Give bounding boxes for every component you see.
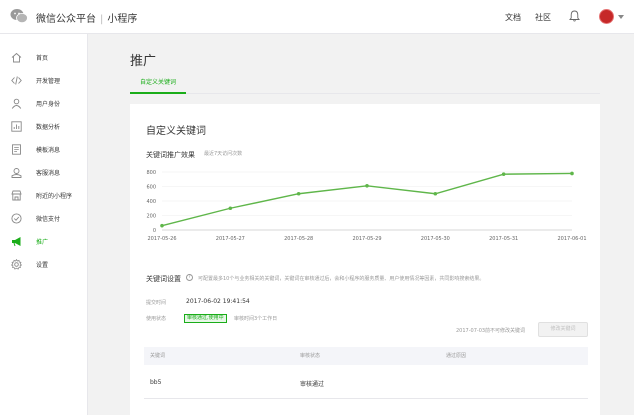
x-tick-label: 2017-05-26 xyxy=(147,236,176,242)
help-icon[interactable]: ? xyxy=(186,274,193,281)
megaphone-icon xyxy=(12,236,21,246)
avatar[interactable] xyxy=(599,9,614,24)
tab-bar: 自定义关键词 xyxy=(130,72,600,94)
customer-service-icon xyxy=(11,167,22,178)
sidebar-item-label: 附近的小程序 xyxy=(36,192,73,200)
user-icon xyxy=(11,98,22,109)
home-icon xyxy=(11,52,22,62)
keyword-table: 关键词 审核状态 通过原因 bb5 审核通过 xyxy=(144,347,588,399)
x-tick-label: 2017-06-01 xyxy=(557,236,586,242)
sidebar-item-label: 客服消息 xyxy=(36,169,61,177)
y-tick-label: 400 xyxy=(146,199,156,205)
y-tick-label: 800 xyxy=(146,170,156,176)
community-link[interactable]: 社区 xyxy=(535,12,551,23)
sidebar-item-customer-service[interactable]: 客服消息 xyxy=(0,161,88,183)
sidebar-item-label: 推广 xyxy=(36,238,49,246)
status-note: 审核时间3个工作日 xyxy=(234,316,278,322)
chevron-down-icon[interactable] xyxy=(618,15,624,19)
sidebar: 首页 开发管理 用户身份 数据分析 模板消息 客服消息 附近的小程序 微信支付 … xyxy=(0,34,88,415)
x-tick-label: 2017-05-31 xyxy=(489,236,518,242)
store-icon xyxy=(11,190,22,200)
y-tick-label: 200 xyxy=(146,214,156,220)
sidebar-item-label: 首页 xyxy=(36,54,49,62)
status-badge: 审核通过,使用中 xyxy=(184,314,227,323)
x-tick-label: 2017-05-27 xyxy=(216,236,245,242)
column-header-keyword: 关键词 xyxy=(150,353,166,359)
gear-icon xyxy=(11,258,22,270)
product-name: 小程序 xyxy=(107,14,138,25)
top-bar: 微信公众平台 | 小程序 文档 社区 xyxy=(0,0,634,34)
sidebar-item-settings[interactable]: 设置 xyxy=(0,253,88,275)
data-point xyxy=(433,191,438,196)
keyword-card: 自定义关键词 关键词推广效果 最近7天访问次数 0 200 400 600 800 201… xyxy=(130,104,600,415)
tab-custom-keywords[interactable]: 自定义关键词 xyxy=(130,72,186,94)
x-tick-label: 2017-05-29 xyxy=(352,236,381,242)
keyword-settings-description: 可配置最多10个与业务相关的关键词，关键词在审核通过后，会和小程序的服务质量、用… xyxy=(198,276,485,282)
page-title: 推广 xyxy=(130,54,157,69)
column-header-status: 审核状态 xyxy=(300,353,321,359)
sidebar-item-templates[interactable]: 模板消息 xyxy=(0,138,88,160)
data-point xyxy=(296,191,301,196)
sidebar-item-label: 设置 xyxy=(36,261,49,269)
sidebar-item-home[interactable]: 首页 xyxy=(0,46,88,68)
docs-link[interactable]: 文档 xyxy=(505,12,521,23)
column-header-reason: 通过原因 xyxy=(446,353,467,359)
cell-status: 审核通过 xyxy=(300,381,325,388)
cell-keyword: bb5 xyxy=(150,379,162,386)
sidebar-item-nearby[interactable]: 附近的小程序 xyxy=(0,184,88,206)
sidebar-item-label: 模板消息 xyxy=(36,146,61,154)
sidebar-item-payment[interactable]: 微信支付 xyxy=(0,207,88,229)
x-tick-label: 2017-05-28 xyxy=(284,236,313,242)
bar-chart-icon xyxy=(11,120,22,132)
modify-note: 2017-07-03前不可修改关键词 xyxy=(456,328,526,334)
series-line xyxy=(161,172,573,227)
sidebar-item-label: 开发管理 xyxy=(36,77,61,85)
y-tick-label: 600 xyxy=(146,185,156,191)
code-icon xyxy=(11,75,22,85)
data-point xyxy=(365,183,369,188)
keyword-settings-title: 关键词设置 xyxy=(146,275,181,283)
wechat-logo-icon xyxy=(10,9,28,23)
bell-icon[interactable] xyxy=(569,10,580,22)
brand-separator: | xyxy=(100,14,104,25)
data-point xyxy=(501,172,506,176)
y-tick-label: 0 xyxy=(153,228,156,234)
payment-icon xyxy=(11,212,22,224)
sidebar-item-users[interactable]: 用户身份 xyxy=(0,92,88,114)
platform-name: 微信公众平台 xyxy=(36,14,96,25)
table-row: bb5 审核通过 xyxy=(144,365,588,399)
chart-title: 关键词推广效果 xyxy=(146,151,195,159)
modify-keywords-button[interactable]: 修改关键词 xyxy=(538,322,588,337)
brand-title[interactable]: 微信公众平台 | 小程序 xyxy=(36,10,137,25)
sidebar-item-label: 数据分析 xyxy=(36,123,61,131)
promotion-line-chart: 0 200 400 600 800 2017-05-26 2017-05-27 2017-05… xyxy=(146,170,586,242)
data-point xyxy=(570,171,574,176)
sidebar-item-label: 用户身份 xyxy=(36,100,61,108)
status-label: 使用状态 xyxy=(146,316,167,322)
sidebar-item-analytics[interactable]: 数据分析 xyxy=(0,115,88,137)
card-title: 自定义关键词 xyxy=(146,126,206,137)
table-header: 关键词 审核状态 通过原因 xyxy=(144,347,588,365)
sidebar-item-label: 微信支付 xyxy=(36,215,61,223)
data-point xyxy=(228,206,233,211)
submit-time-label: 提交时间 xyxy=(146,300,167,306)
sidebar-item-dev[interactable]: 开发管理 xyxy=(0,69,88,91)
chart-hint: 最近7天访问次数 xyxy=(204,151,243,157)
document-icon xyxy=(12,143,21,155)
submit-time-value: 2017-06-02 19:41:54 xyxy=(186,298,250,305)
data-point xyxy=(160,223,164,228)
sidebar-item-promotion[interactable]: 推广 xyxy=(0,230,88,252)
x-tick-label: 2017-05-30 xyxy=(421,236,450,242)
